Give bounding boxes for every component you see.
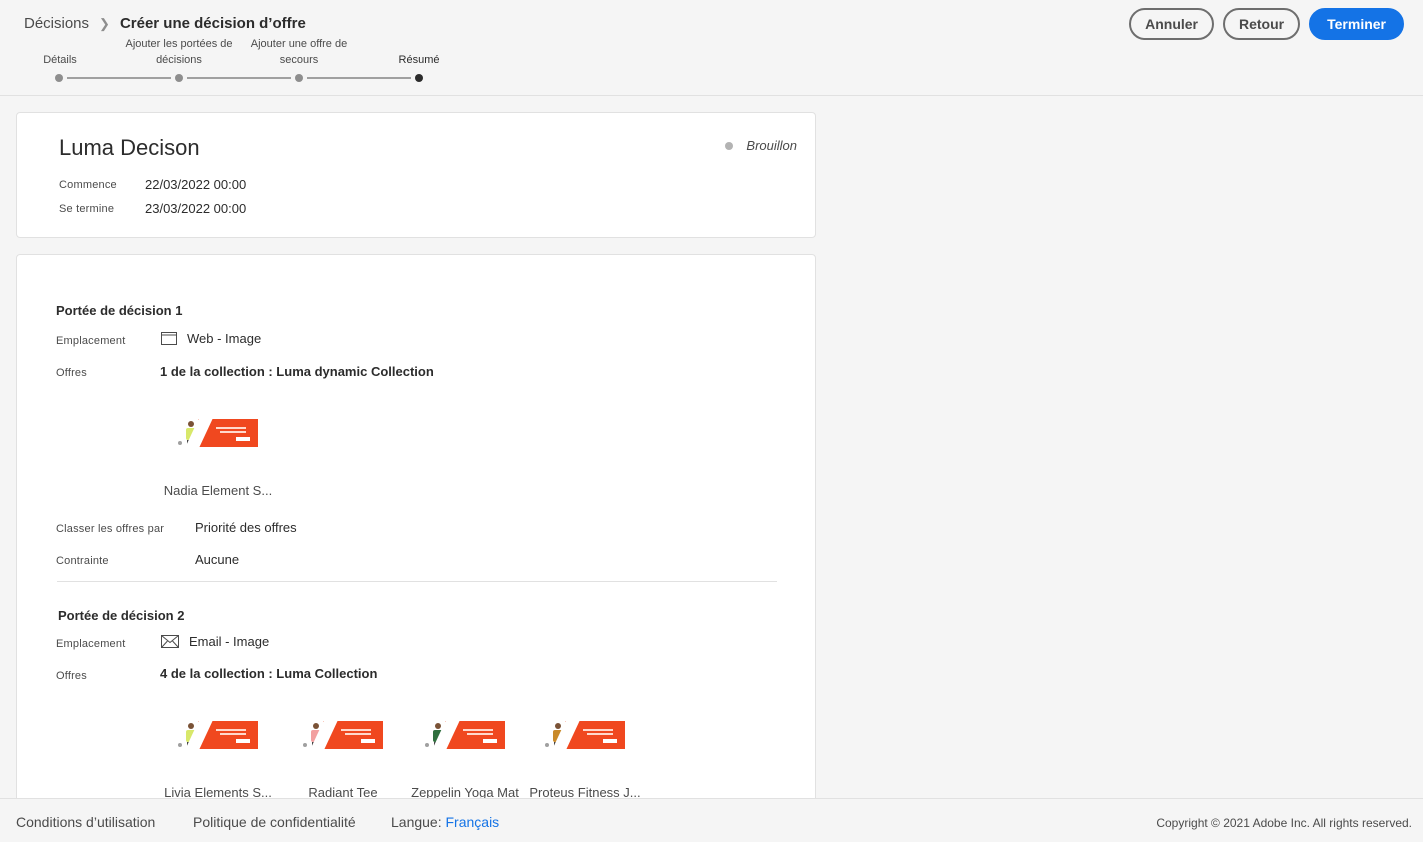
ends-label: Se termine [59, 203, 115, 215]
offers-label: Offres [56, 670, 87, 682]
step-connector [307, 77, 411, 79]
scope-divider [57, 581, 777, 582]
placement-label: Emplacement [56, 335, 126, 347]
status-dot-icon [725, 141, 734, 150]
scope-title: Portée de décision 1 [56, 303, 183, 318]
offer-tile[interactable]: Radiant Tee [283, 721, 403, 798]
page-title: Créer une décision d’offre [119, 15, 306, 32]
email-icon [161, 635, 179, 648]
decision-summary-card: Luma Decison Brouillon Commence 22/03/20… [16, 112, 816, 238]
breadcrumb: Décisions ❯ Créer une décision d’offre [24, 15, 306, 32]
step-connector [187, 77, 291, 79]
offers-label: Offres [56, 367, 87, 379]
step-dot-fallback[interactable] [295, 74, 303, 82]
step-label-details: Détails [43, 54, 77, 66]
starts-value: 22/03/2022 00:00 [145, 177, 247, 192]
placement-value: Email - Image [161, 634, 269, 649]
offer-tile[interactable]: Zeppelin Yoga Mat [405, 721, 525, 798]
cancel-button[interactable]: Annuler [1129, 8, 1214, 40]
step-connector [67, 77, 171, 79]
decision-title: Luma Decison [59, 135, 200, 160]
offer-thumbnail [178, 419, 258, 447]
step-label-fallback: Ajouter une offre de secours [250, 38, 348, 66]
step-dot-summary[interactable] [415, 74, 423, 82]
offer-tile[interactable]: Proteus Fitness J... [525, 721, 645, 798]
offer-thumbnail [178, 721, 258, 749]
offer-thumbnail [545, 721, 625, 749]
constraint-label: Contrainte [56, 555, 109, 567]
copyright-text: Copyright © 2021 Adobe Inc. All rights r… [1156, 816, 1412, 830]
starts-label: Commence [59, 179, 117, 191]
step-label-summary: Résumé [398, 54, 440, 66]
placement-text: Web - Image [187, 331, 262, 346]
language-selector[interactable]: Langue: Français [391, 814, 499, 830]
placement-label: Emplacement [56, 638, 126, 650]
placement-text: Email - Image [189, 634, 270, 649]
step-label-scopes: Ajouter les portées de décisions [125, 38, 233, 66]
ends-value: 23/03/2022 00:00 [145, 201, 247, 216]
constraint-value: Aucune [195, 552, 240, 567]
main-content[interactable]: Luma Decison Brouillon Commence 22/03/20… [16, 112, 816, 798]
language-value[interactable]: Français [446, 814, 500, 830]
breadcrumb-decisions-link[interactable]: Décisions [24, 15, 89, 32]
page-footer: Conditions d’utilisation Politique de co… [0, 798, 1423, 842]
rank-value: Priorité des offres [195, 520, 297, 535]
finish-button[interactable]: Terminer [1309, 8, 1404, 40]
decision-scopes-card: Portée de décision 1 Emplacement Web - I… [16, 254, 816, 798]
rank-label: Classer les offres par [56, 523, 165, 535]
offer-name: Radiant Tee [308, 785, 378, 798]
offers-collection-heading: 1 de la collection : Luma dynamic Collec… [160, 364, 434, 379]
web-image-icon [161, 332, 177, 345]
scope-title: Portée de décision 2 [58, 608, 185, 623]
back-button[interactable]: Retour [1223, 8, 1301, 40]
offer-name: Livia Elements S... [164, 785, 272, 798]
wizard-stepper: Détails Ajouter les portées de décisions… [0, 36, 480, 86]
placement-value: Web - Image [161, 331, 261, 346]
terms-link[interactable]: Conditions d’utilisation [16, 814, 155, 830]
offer-name: Nadia Element S... [163, 483, 273, 498]
offer-name: Zeppelin Yoga Mat [411, 785, 519, 798]
offer-name: Proteus Fitness J... [529, 785, 641, 798]
privacy-link[interactable]: Politique de confidentialité [193, 814, 356, 830]
step-dot-details[interactable] [55, 74, 63, 82]
offer-thumbnail [425, 721, 505, 749]
offers-collection-heading: 4 de la collection : Luma Collection [160, 666, 378, 681]
language-label: Langue: [391, 814, 442, 830]
step-dot-scopes[interactable] [175, 74, 183, 82]
header-actions: Annuler Retour Terminer [1129, 8, 1404, 40]
status-badge: Brouillon [725, 138, 797, 153]
offer-tile[interactable]: Livia Elements S... [158, 721, 278, 798]
offer-tile[interactable]: Nadia Element S... [158, 419, 278, 498]
page-header: Décisions ❯ Créer une décision d’offre D… [0, 0, 1423, 96]
status-text: Brouillon [746, 138, 797, 153]
chevron-right-icon: ❯ [99, 15, 110, 31]
offer-thumbnail [303, 721, 383, 749]
